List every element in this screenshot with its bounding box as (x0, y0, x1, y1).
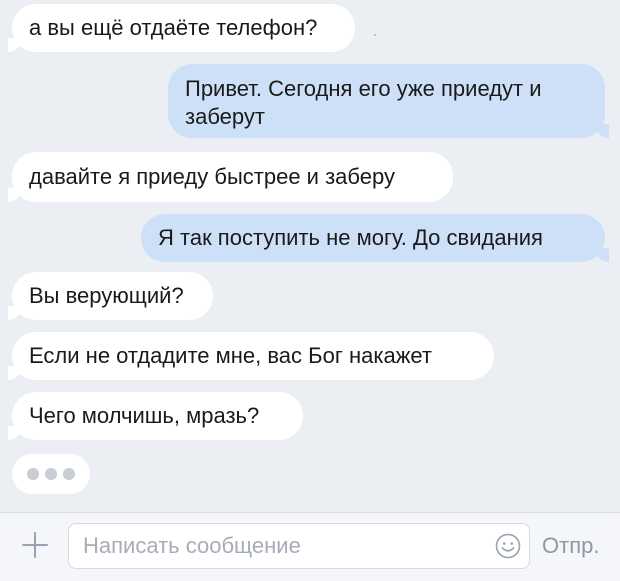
incoming-message[interactable]: давайте я приеду быстрее и заберу (8, 152, 453, 202)
plus-icon[interactable] (20, 530, 50, 560)
message-input-placeholder: Написать сообщение (83, 533, 301, 558)
separator-dot (374, 34, 376, 36)
message-text: Привет. Сегодня его уже приедут и заберу… (185, 76, 542, 129)
incoming-message[interactable]: Чего молчишь, мразь? (8, 392, 303, 440)
message-text: Если не отдадите мне, вас Бог накажет (29, 343, 432, 368)
incoming-message[interactable]: а вы ещё отдаёте телефон? (8, 4, 355, 52)
message-text: Я так поступить не могу. До свидания (158, 225, 543, 250)
typing-dot (27, 468, 39, 480)
outgoing-message[interactable]: Привет. Сегодня его уже приедут и заберу… (168, 64, 609, 138)
typing-dots-icon (12, 454, 90, 494)
message-composer: Написать сообщение Отпр. (0, 512, 620, 581)
message-text: давайте я приеду быстрее и заберу (29, 164, 395, 189)
send-button[interactable]: Отпр. (542, 513, 599, 579)
smile-icon[interactable] (495, 533, 521, 559)
message-input[interactable]: Написать сообщение (68, 523, 530, 569)
message-text: Вы верующий? (29, 283, 184, 308)
incoming-message[interactable]: Если не отдадите мне, вас Бог накажет (8, 332, 494, 380)
message-text: Чего молчишь, мразь? (29, 403, 260, 428)
typing-dot (45, 468, 57, 480)
incoming-message[interactable]: Вы верующий? (8, 272, 213, 320)
message-text: а вы ещё отдаёте телефон? (29, 15, 318, 40)
message-history[interactable]: а вы ещё отдаёте телефон? Привет. Сегодн… (0, 0, 620, 512)
typing-dot (63, 468, 75, 480)
outgoing-message[interactable]: Я так поступить не могу. До свидания (141, 214, 609, 262)
